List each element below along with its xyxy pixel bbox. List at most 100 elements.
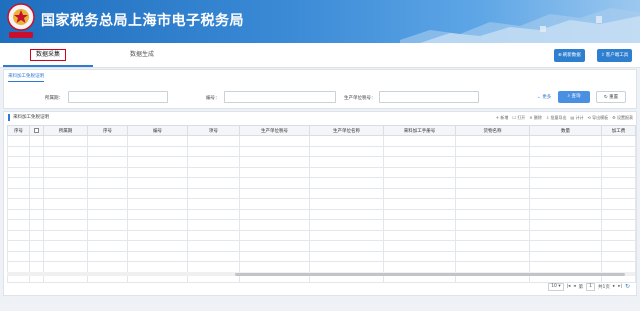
production-tax-id-input[interactable] xyxy=(379,91,479,103)
table-cell xyxy=(601,177,636,189)
table-cell xyxy=(87,156,128,168)
table-cell xyxy=(529,177,602,189)
table-cell xyxy=(87,219,128,231)
new-data-button[interactable]: ⊕刷新数据 xyxy=(554,49,585,62)
settings-label: 设置报表 xyxy=(617,115,633,120)
table-cell xyxy=(601,145,636,157)
table-cell xyxy=(29,240,44,252)
table-cell xyxy=(383,261,456,273)
table-cell xyxy=(7,145,30,157)
table-row[interactable] xyxy=(7,240,636,252)
table-cell xyxy=(309,261,384,273)
table-cell xyxy=(87,145,128,157)
add-tool[interactable]: + 新增 xyxy=(496,114,509,121)
table-cell xyxy=(87,198,128,210)
tab-data-generation[interactable]: 数据生成 xyxy=(112,43,172,67)
table-cell xyxy=(383,229,456,241)
table-cell xyxy=(239,145,310,157)
table-cell xyxy=(187,261,240,273)
table-cell xyxy=(127,229,188,241)
scrollbar-thumb[interactable] xyxy=(235,272,625,276)
batch-export-tool[interactable]: ⇩ 批量导出 xyxy=(546,114,567,121)
table-cell xyxy=(7,198,30,210)
table-cell xyxy=(127,198,188,210)
table-cell xyxy=(43,135,88,147)
production-tax-id-label: 生产单位税号： xyxy=(344,96,376,101)
first-page-icon[interactable]: |◂ xyxy=(567,284,571,289)
table-row[interactable] xyxy=(7,219,636,231)
great-wall-illustration xyxy=(400,8,640,43)
table-cell xyxy=(239,208,310,220)
query-panel-title[interactable]: 来料加工免税证明 xyxy=(8,72,44,82)
horizontal-scrollbar[interactable] xyxy=(7,272,635,276)
upload-icon: ⇪ xyxy=(601,53,605,58)
table-row[interactable] xyxy=(7,166,636,178)
table-cell xyxy=(43,208,88,220)
table-cell xyxy=(601,250,636,262)
table-cell xyxy=(127,177,188,189)
table-cell xyxy=(7,187,30,199)
tax-emblem-icon xyxy=(7,3,35,38)
table-cell xyxy=(43,177,88,189)
table-row[interactable] xyxy=(7,177,636,189)
next-page-icon[interactable]: ▸ xyxy=(613,284,615,289)
site-title: 国家税务总局上海市电子税务局 xyxy=(41,13,244,29)
table-cell xyxy=(43,250,88,262)
table-row[interactable] xyxy=(7,187,636,199)
table-cell xyxy=(529,187,602,199)
table-cell xyxy=(29,135,44,147)
table-cell xyxy=(87,240,128,252)
table-cell xyxy=(383,250,456,262)
last-page-icon[interactable]: ▸| xyxy=(618,284,622,289)
table-row[interactable] xyxy=(7,229,636,241)
table-cell xyxy=(29,177,44,189)
table-cell xyxy=(87,166,128,178)
settings-tool[interactable]: ⚙ 设置报表 xyxy=(612,114,633,121)
table-row[interactable] xyxy=(7,198,636,210)
table-cell xyxy=(601,187,636,199)
select-all-checkbox[interactable] xyxy=(34,127,39,133)
col-manual-no: 来料加工手册号 xyxy=(383,125,456,136)
search-button[interactable]: ⌕ 查询 xyxy=(558,91,590,103)
table-cell xyxy=(127,250,188,262)
customer-tool-button[interactable]: ⇪客户端工具 xyxy=(597,49,633,62)
table-row[interactable] xyxy=(7,135,636,147)
table-cell xyxy=(187,250,240,262)
reset-label: 重置 xyxy=(609,95,619,100)
table-cell xyxy=(7,177,30,189)
table-cell xyxy=(309,177,384,189)
table-row[interactable] xyxy=(7,145,636,157)
table-cell xyxy=(455,229,530,241)
col-select-all[interactable] xyxy=(29,125,44,136)
table-row[interactable] xyxy=(7,261,636,273)
table-cell xyxy=(127,135,188,147)
page-input[interactable]: 1 xyxy=(586,282,596,291)
table-cell xyxy=(601,198,636,210)
table-header-row: 序号 所属期 序号 编号 项号 生产单位税号 生产单位名称 来料加工手册号 货物… xyxy=(7,125,636,136)
table-cell xyxy=(529,156,602,168)
col-production-name: 生产单位名称 xyxy=(309,125,384,136)
table-cell xyxy=(601,219,636,231)
export-template-tool[interactable]: ⟲ 导出模板 xyxy=(588,114,609,121)
table-row[interactable] xyxy=(7,208,636,220)
open-tool[interactable]: ☐ 打开 xyxy=(512,114,525,121)
table-cell xyxy=(529,261,602,273)
table-row[interactable] xyxy=(7,156,636,168)
table-cell xyxy=(455,250,530,262)
reset-button[interactable]: ↻ 重置 xyxy=(596,91,626,103)
calc-tool[interactable]: ▤ 计计 xyxy=(570,114,583,121)
table-cell xyxy=(601,135,636,147)
period-input[interactable] xyxy=(68,91,168,103)
number-input[interactable] xyxy=(224,91,336,103)
refresh-icon[interactable]: ↻ xyxy=(625,283,630,290)
table-cell xyxy=(29,261,44,273)
more-toggle[interactable]: ⌄ 更多 xyxy=(537,94,551,100)
page-size-select[interactable]: 10 ▾ xyxy=(548,282,564,291)
table-row[interactable] xyxy=(7,250,636,262)
list-title: 来料加工免税证明 xyxy=(8,114,49,121)
prev-page-icon[interactable]: ◂ xyxy=(573,284,575,289)
table-cell xyxy=(43,198,88,210)
delete-tool[interactable]: ✕ 删除 xyxy=(529,114,542,121)
period-label: 所属期： xyxy=(45,96,63,101)
tab-data-collection[interactable]: 数据采集 xyxy=(3,43,93,67)
